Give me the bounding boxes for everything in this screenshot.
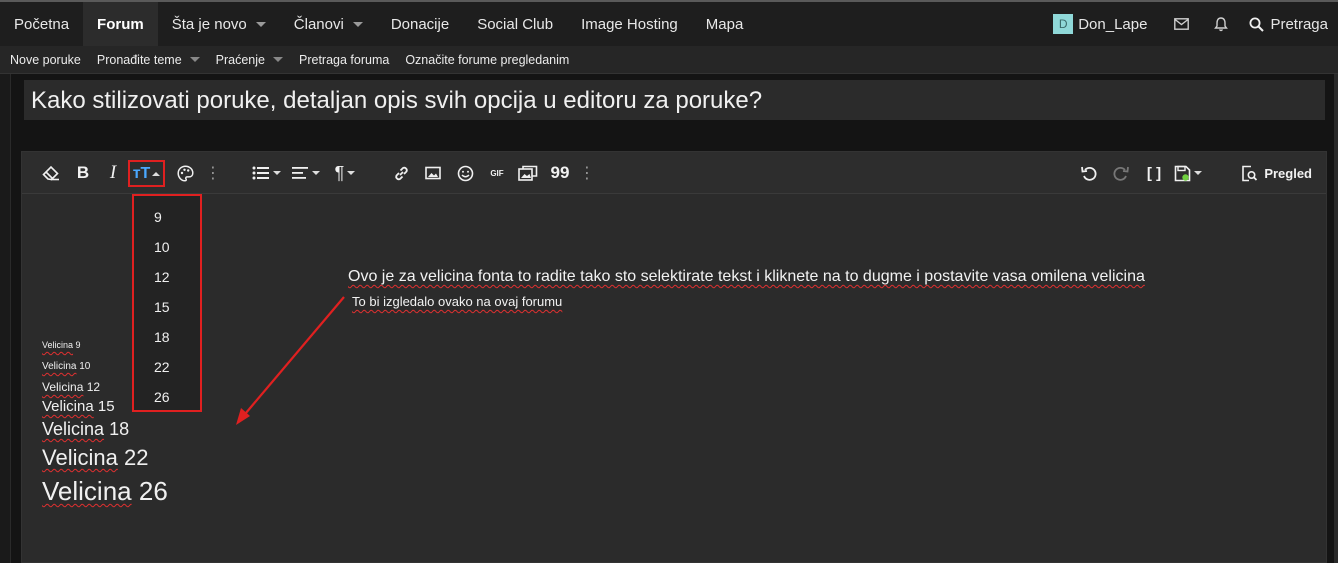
font-size-option-10[interactable]: 10 bbox=[134, 232, 200, 262]
username: Don_Lape bbox=[1078, 15, 1148, 33]
list-button[interactable] bbox=[250, 161, 282, 185]
search-icon bbox=[1249, 17, 1265, 32]
link-icon[interactable] bbox=[390, 161, 412, 185]
preview-button[interactable]: Pregled bbox=[1241, 161, 1312, 185]
bold-button[interactable]: B bbox=[74, 161, 92, 185]
nav-tab-mapa[interactable]: Mapa bbox=[692, 2, 758, 46]
inbox-icon[interactable] bbox=[1161, 18, 1201, 30]
paragraph-icon: ¶ bbox=[334, 162, 345, 183]
search-label: Pretraga bbox=[1270, 15, 1328, 33]
subnav-label: Nove poruke bbox=[10, 52, 81, 67]
editor-toolbar: B I тT ⋮ ¶ GIF 99 ⋮ [] Pregled bbox=[22, 152, 1326, 194]
nav-tab-label: Forum bbox=[97, 15, 144, 33]
nav-tab-label: Social Club bbox=[477, 15, 554, 33]
italic-button[interactable]: I bbox=[106, 161, 120, 185]
chevron-down-icon bbox=[272, 171, 281, 175]
avatar: D bbox=[1053, 14, 1074, 34]
preview-icon bbox=[1242, 165, 1258, 181]
editor-content[interactable]: Velicina 9 Velicina 10 Velicina 12 Velic… bbox=[22, 194, 1326, 562]
top-navigation: Početna Forum Šta je novo Članovi Donaci… bbox=[0, 0, 1338, 46]
font-size-option-9[interactable]: 9 bbox=[134, 202, 200, 232]
scrollbar[interactable] bbox=[1334, 74, 1338, 563]
font-size-option-22[interactable]: 22 bbox=[134, 352, 200, 382]
more-options-icon[interactable]: ⋮ bbox=[205, 161, 221, 185]
preview-label: Pregled bbox=[1264, 165, 1312, 181]
nav-tab-clanovi[interactable]: Članovi bbox=[280, 2, 377, 46]
redo-icon[interactable] bbox=[1110, 161, 1132, 185]
nav-tab-label: Mapa bbox=[705, 15, 744, 33]
nav-tab-label: Šta je novo bbox=[171, 15, 247, 33]
chevron-down-icon bbox=[347, 171, 356, 175]
nav-tab-forum[interactable]: Forum bbox=[83, 2, 158, 46]
more-options-icon[interactable]: ⋮ bbox=[579, 161, 595, 185]
nav-tab-label: Članovi bbox=[293, 15, 344, 33]
user-menu[interactable]: D Don_Lape bbox=[1039, 14, 1161, 34]
message-editor: B I тT ⋮ ¶ GIF 99 ⋮ [] Pregled Velicina… bbox=[21, 151, 1327, 563]
chevron-down-icon bbox=[1194, 171, 1202, 175]
nav-tab-label: Donacije bbox=[390, 15, 450, 33]
chevron-down-icon[interactable] bbox=[273, 57, 283, 62]
font-size-option-18[interactable]: 18 bbox=[134, 322, 200, 352]
nav-tab-label: Početna bbox=[14, 15, 70, 33]
subnav-oznacite-forume[interactable]: Označite forume pregledanim bbox=[405, 53, 569, 67]
left-edge bbox=[0, 74, 11, 563]
chevron-down-icon bbox=[312, 171, 320, 175]
subnav-nove-poruke[interactable]: Nove poruke bbox=[10, 53, 81, 67]
subnav-pronadite-teme[interactable]: Pronađite teme bbox=[97, 53, 200, 67]
align-left-icon bbox=[292, 167, 308, 179]
chevron-down-icon[interactable] bbox=[255, 21, 266, 27]
list-icon bbox=[252, 166, 269, 180]
align-button[interactable] bbox=[290, 161, 322, 185]
nav-tab-label: Image Hosting bbox=[581, 15, 678, 33]
source-button[interactable]: [ ] bbox=[1142, 161, 1166, 185]
paragraph-button[interactable]: ¶ bbox=[330, 161, 360, 185]
font-size-option-26[interactable]: 26 bbox=[134, 382, 200, 412]
media-icon[interactable] bbox=[517, 161, 539, 185]
undo-icon[interactable] bbox=[1078, 161, 1100, 185]
save-icon bbox=[1174, 165, 1191, 181]
font-size-option-15[interactable]: 15 bbox=[134, 292, 200, 322]
thread-title-input[interactable]: Kako stilizovati poruke, detaljan opis s… bbox=[24, 80, 1325, 120]
font-size-option-12[interactable]: 12 bbox=[134, 262, 200, 292]
subnav-label: Pronađite teme bbox=[96, 52, 182, 67]
nav-tab-image-hosting[interactable]: Image Hosting bbox=[567, 2, 692, 46]
subnav-label: Praćenje bbox=[215, 52, 265, 67]
subnav-pracenje[interactable]: Praćenje bbox=[216, 53, 283, 67]
image-icon[interactable] bbox=[422, 161, 444, 185]
nav-tab-pocetna[interactable]: Početna bbox=[0, 2, 83, 46]
font-size-dropdown: 9 10 12 15 18 22 26 bbox=[132, 194, 202, 412]
chevron-down-icon[interactable] bbox=[189, 57, 200, 62]
quote-button[interactable]: 99 bbox=[548, 161, 572, 185]
palette-icon[interactable] bbox=[174, 161, 196, 185]
font-size-icon: тT bbox=[132, 164, 151, 182]
subnav-label: Označite forume pregledanim bbox=[405, 52, 570, 67]
subnav-label: Pretraga foruma bbox=[299, 52, 390, 67]
search-button[interactable]: Pretraga bbox=[1241, 16, 1338, 33]
nav-tab-sta-je-novo[interactable]: Šta je novo bbox=[158, 2, 280, 46]
font-size-button[interactable]: тT bbox=[128, 160, 165, 187]
emoji-icon[interactable] bbox=[454, 161, 476, 185]
nav-tab-social-club[interactable]: Social Club bbox=[463, 2, 567, 46]
subnav-pretraga-foruma[interactable]: Pretraga foruma bbox=[299, 53, 389, 67]
caret-up-icon bbox=[152, 171, 161, 176]
nav-tab-donacije[interactable]: Donacije bbox=[377, 2, 463, 46]
drafts-button[interactable] bbox=[1172, 161, 1204, 185]
sub-navigation: Nove poruke Pronađite teme Praćenje Pret… bbox=[0, 46, 1338, 74]
chevron-down-icon[interactable] bbox=[352, 21, 363, 27]
bell-icon[interactable] bbox=[1201, 16, 1241, 32]
gif-button[interactable]: GIF bbox=[486, 161, 508, 185]
eraser-icon[interactable] bbox=[40, 161, 62, 185]
annotation-arrow-icon bbox=[236, 296, 345, 425]
